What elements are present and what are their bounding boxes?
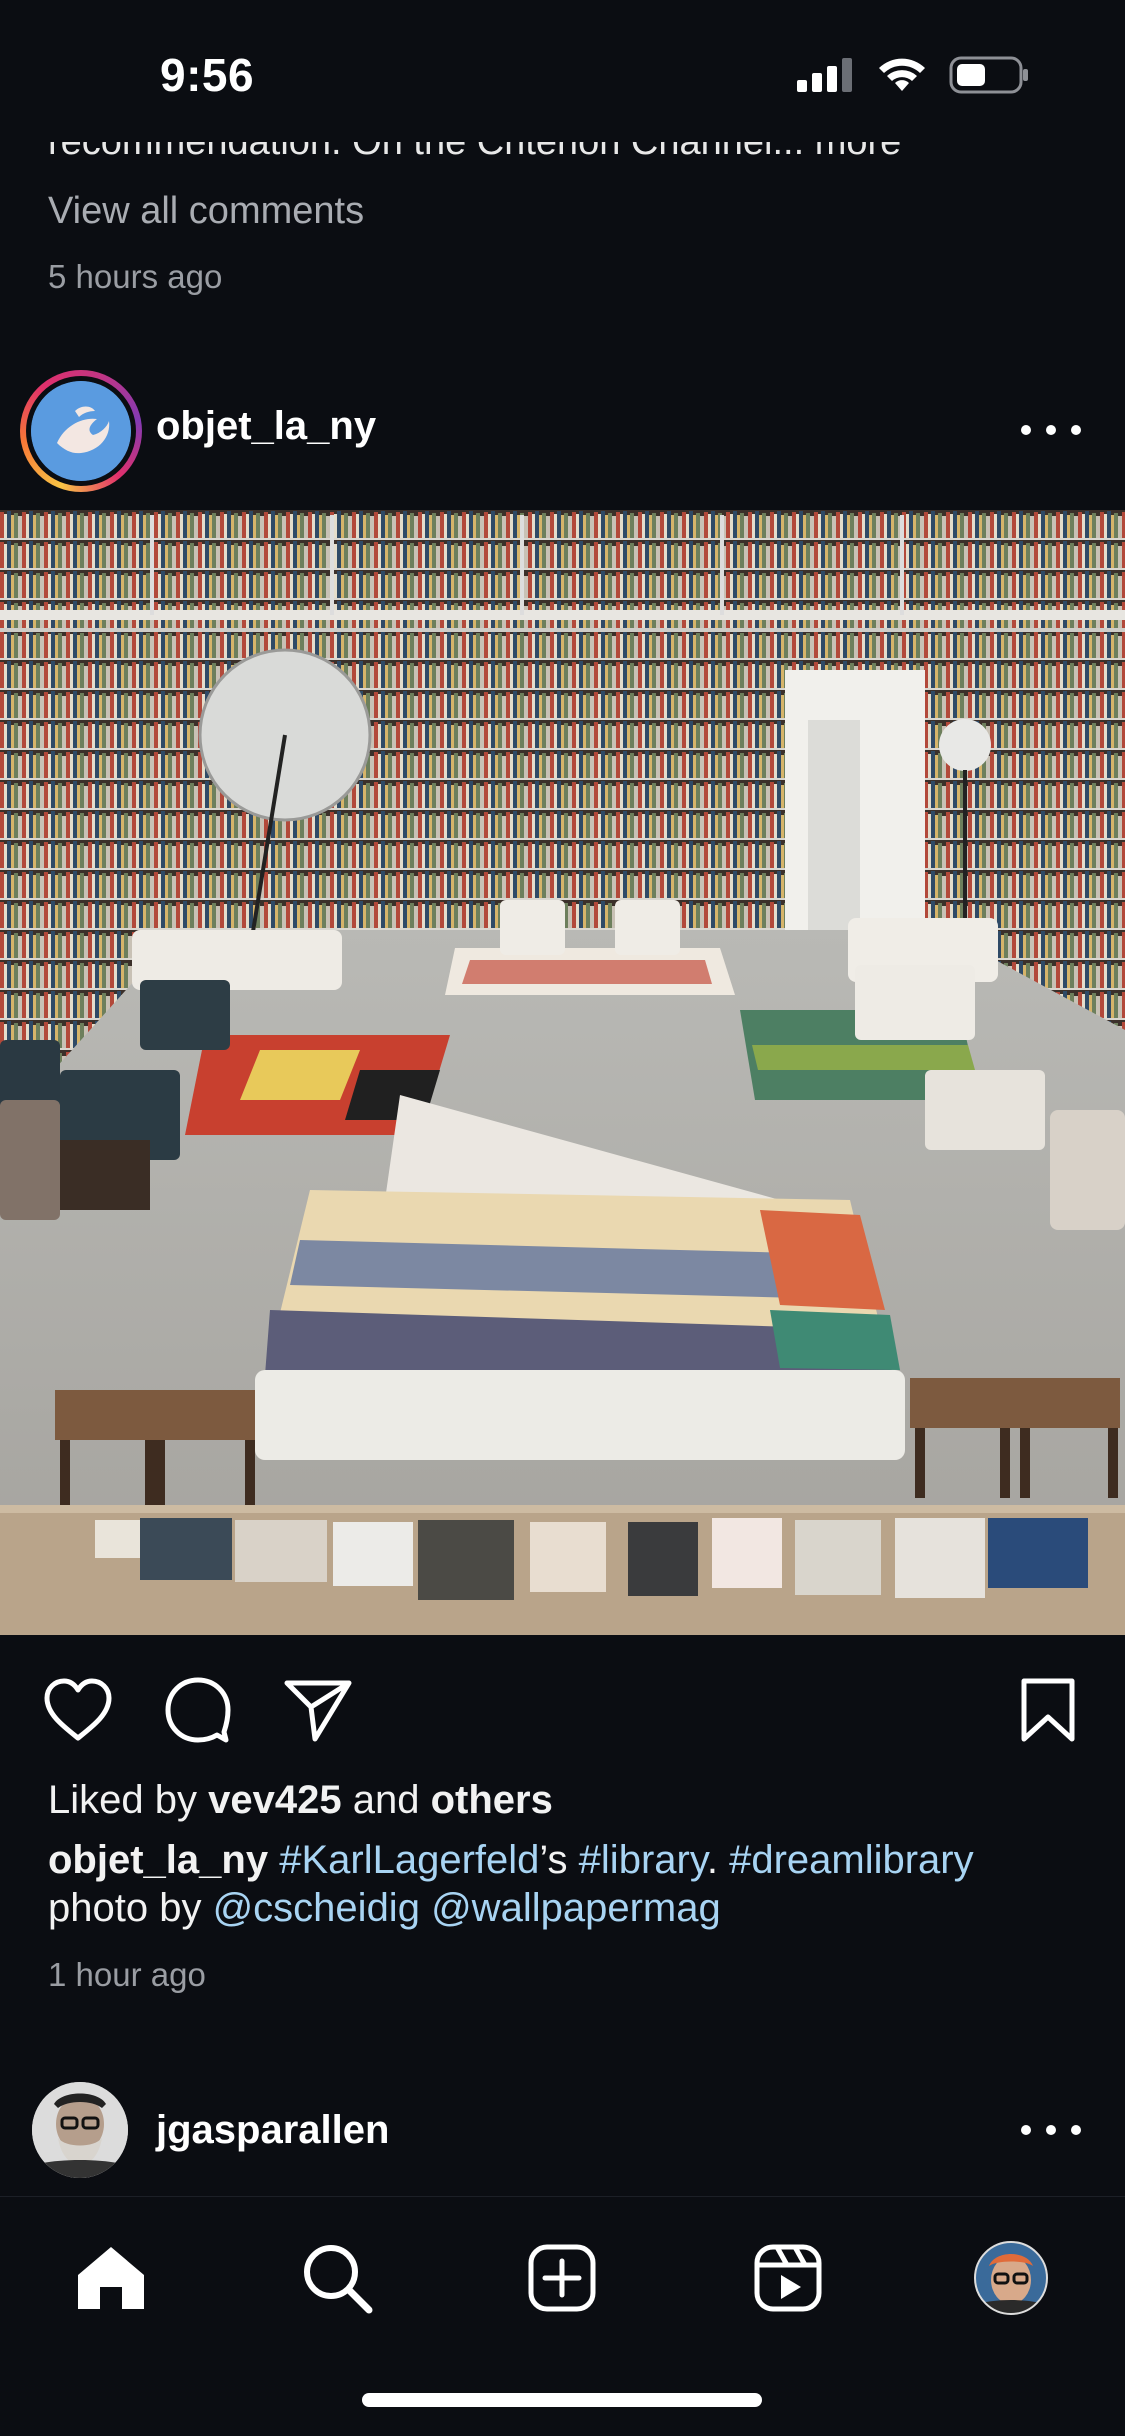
tab-profile[interactable] (966, 2233, 1056, 2323)
save-button[interactable] (1008, 1670, 1088, 1750)
status-bar: 9:56 (0, 0, 1125, 150)
send-icon (284, 1680, 352, 1742)
liked-by-others[interactable]: others (431, 1778, 553, 1822)
caption-text-period: . (706, 1838, 730, 1882)
liked-by-prefix: Liked by (48, 1778, 209, 1822)
mention-cscheidig[interactable]: @cscheidig (213, 1886, 420, 1930)
reels-icon (754, 2244, 822, 2312)
story-ring-avatar[interactable] (20, 370, 142, 492)
post-time: 1 hour ago (48, 1956, 206, 1993)
cellular-signal-icon (797, 58, 852, 92)
hashtag-dreamlibrary[interactable]: #dreamlibrary (729, 1838, 974, 1882)
mention-wallpapermag[interactable]: @wallpapermag (431, 1886, 721, 1930)
bird-logo-icon (31, 381, 131, 481)
user-photo-icon (32, 2082, 128, 2178)
tab-search[interactable] (292, 2233, 382, 2323)
share-button[interactable] (278, 1670, 358, 1750)
caption-text-possessive: ’s (539, 1838, 579, 1882)
likes-summary[interactable]: Liked by vev425 and others (48, 1778, 553, 1823)
post-actions (0, 1670, 1125, 1750)
previous-post: recommendation. On the Criterion Channel… (0, 142, 1125, 330)
previous-caption-truncated: recommendation. On the Criterion Channel… (48, 142, 902, 163)
battery-icon (949, 56, 1028, 94)
profile-avatar (974, 2241, 1048, 2315)
post-header: objet_la_ny (0, 370, 1125, 492)
liked-by-user[interactable]: vev425 (208, 1778, 341, 1822)
tab-reels[interactable] (743, 2233, 833, 2323)
liked-by-and: and (341, 1778, 431, 1822)
library-photo (0, 510, 1125, 1635)
next-post-avatar[interactable] (32, 2082, 128, 2178)
next-post-username[interactable]: jgasparallen (156, 2108, 389, 2153)
status-icons (797, 56, 1029, 94)
search-icon (304, 2245, 373, 2314)
tab-create[interactable] (517, 2233, 607, 2323)
next-post-options-icon[interactable] (1021, 2110, 1081, 2150)
like-button[interactable] (38, 1670, 118, 1750)
status-time: 9:56 (160, 49, 255, 101)
avatar (31, 381, 131, 481)
wifi-icon (879, 58, 925, 91)
hashtag-karllagerfeld[interactable]: #KarlLagerfeld (279, 1838, 539, 1882)
post-options-icon[interactable] (1021, 410, 1081, 450)
create-icon (528, 2244, 596, 2312)
comment-button[interactable] (158, 1670, 238, 1750)
home-icon (78, 2247, 144, 2309)
post-username[interactable]: objet_la_ny (156, 404, 376, 449)
bookmark-icon (1021, 1678, 1075, 1742)
tab-home[interactable] (66, 2233, 156, 2323)
hashtag-library[interactable]: #library (579, 1838, 707, 1882)
post-image[interactable] (0, 510, 1125, 1635)
heart-icon (44, 1678, 112, 1741)
next-post-header: jgasparallen (0, 2080, 1125, 2180)
post-caption: objet_la_ny #KarlLagerfeld’s #library. #… (48, 1836, 1088, 1932)
caption-username[interactable]: objet_la_ny (48, 1838, 268, 1882)
caption-photo-by: photo by (48, 1886, 213, 1930)
previous-post-time: 5 hours ago (48, 258, 223, 295)
view-all-comments-link[interactable]: View all comments (48, 190, 364, 233)
comment-icon (165, 1677, 231, 1743)
home-indicator[interactable] (362, 2393, 762, 2407)
